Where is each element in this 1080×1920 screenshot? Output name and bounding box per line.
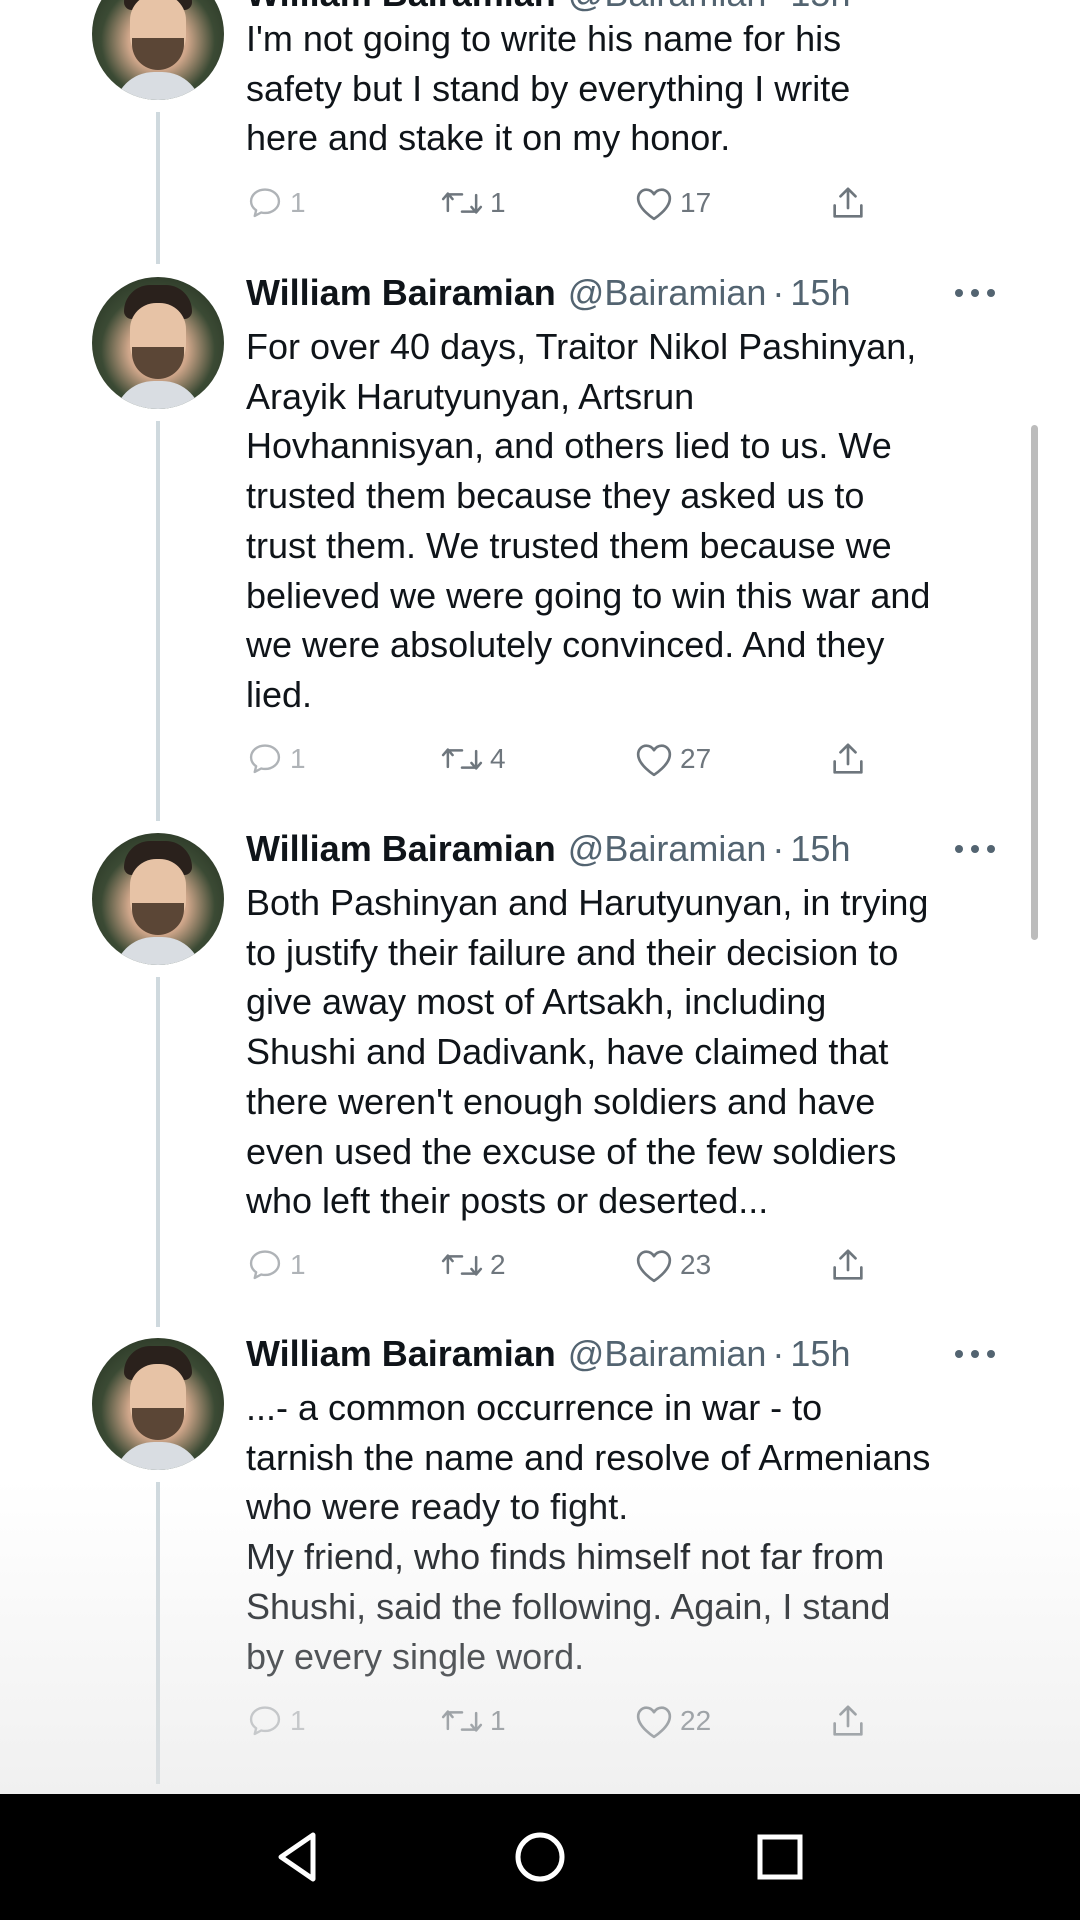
separator-dot: · xyxy=(772,1333,785,1374)
share-button[interactable] xyxy=(828,1696,868,1746)
tweet-actions: 1 1 17 xyxy=(246,178,866,228)
like-count: 22 xyxy=(680,1705,712,1736)
nav-recents-button[interactable] xyxy=(745,1822,815,1892)
share-icon xyxy=(833,187,863,218)
retweet-icon xyxy=(441,192,483,214)
like-count: 23 xyxy=(680,1249,712,1280)
scrollbar[interactable] xyxy=(1031,425,1038,940)
tweet-actions: 1 1 22 xyxy=(246,1696,866,1746)
more-button[interactable] xyxy=(955,1344,995,1364)
tweet-time[interactable]: 15h xyxy=(790,828,850,870)
author-handle[interactable]: @Bairamian xyxy=(568,272,767,314)
avatar[interactable] xyxy=(92,277,224,409)
tweet-text: For over 40 days, Traitor Nikol Pashinya… xyxy=(246,326,931,715)
android-navigation-bar xyxy=(0,1794,1080,1920)
reply-icon xyxy=(249,1706,281,1736)
more-icon xyxy=(955,1350,963,1358)
like-button[interactable]: 23 xyxy=(634,1240,711,1290)
retweet-count: 2 xyxy=(490,1249,506,1280)
reply-count: 1 xyxy=(290,1705,306,1736)
author-name[interactable]: William Bairamian xyxy=(246,0,556,15)
reply-icon xyxy=(249,1250,281,1280)
thread-line xyxy=(156,977,160,1327)
recents-square-icon xyxy=(757,1834,803,1880)
thread-line xyxy=(156,1482,160,1784)
tweet-time[interactable]: 15h xyxy=(790,272,850,314)
tweet-header: William Bairamian @Bairamian · 15h xyxy=(246,271,850,315)
share-button[interactable] xyxy=(828,1240,868,1290)
reply-button[interactable]: 1 xyxy=(246,178,306,228)
share-button[interactable] xyxy=(828,734,868,784)
reply-icon xyxy=(249,188,281,218)
nav-back-button[interactable] xyxy=(264,1822,334,1892)
nav-home-button[interactable] xyxy=(505,1822,575,1892)
retweet-count: 1 xyxy=(490,187,506,218)
retweet-icon xyxy=(441,748,483,770)
retweet-button[interactable]: 4 xyxy=(440,734,506,784)
like-button[interactable]: 22 xyxy=(634,1696,711,1746)
reply-count: 1 xyxy=(290,1249,306,1280)
author-handle[interactable]: @Bairamian xyxy=(568,828,767,870)
heart-icon xyxy=(636,744,672,777)
reply-button[interactable]: 1 xyxy=(246,1696,306,1746)
retweet-count: 1 xyxy=(490,1705,506,1736)
retweet-count: 4 xyxy=(490,743,506,774)
avatar[interactable] xyxy=(92,1338,224,1470)
share-icon xyxy=(833,1705,863,1736)
tweet-actions: 1 4 27 xyxy=(246,734,866,784)
share-icon xyxy=(833,1249,863,1280)
retweet-icon xyxy=(441,1254,483,1276)
thread-line xyxy=(156,112,160,264)
tweet-thread: William Bairamian @Bairamian · 15h I'm n… xyxy=(0,0,1080,1794)
avatar[interactable] xyxy=(92,833,224,965)
reply-button[interactable]: 1 xyxy=(246,1240,306,1290)
tweet-actions: 1 2 23 xyxy=(246,1240,866,1290)
reply-count: 1 xyxy=(290,743,306,774)
author-handle[interactable]: @Bairamian xyxy=(568,0,767,15)
like-button[interactable]: 17 xyxy=(634,178,711,228)
retweet-button[interactable]: 1 xyxy=(440,1696,506,1746)
retweet-button[interactable]: 1 xyxy=(440,178,506,228)
heart-icon xyxy=(636,1250,672,1283)
reply-count: 1 xyxy=(290,187,306,218)
tweet-header: William Bairamian @Bairamian · 15h xyxy=(246,1332,850,1376)
share-button[interactable] xyxy=(828,178,868,228)
retweet-icon xyxy=(441,1710,483,1732)
tweet-time[interactable]: 15h xyxy=(790,1333,850,1375)
reply-icon xyxy=(249,744,281,774)
author-handle[interactable]: @Bairamian xyxy=(568,1333,767,1375)
more-button[interactable] xyxy=(955,839,995,859)
more-icon xyxy=(955,845,963,853)
author-name[interactable]: William Bairamian xyxy=(246,1333,556,1375)
heart-icon xyxy=(636,1706,672,1739)
like-count: 27 xyxy=(680,743,712,774)
tweet-text: I'm not going to write his name for his … xyxy=(246,18,851,159)
tweet-time[interactable]: 15h xyxy=(790,0,850,15)
thread-line xyxy=(156,421,160,821)
share-icon xyxy=(833,743,863,774)
tweet-header: William Bairamian @Bairamian · 15h xyxy=(246,827,850,871)
back-triangle-icon xyxy=(278,1832,316,1882)
more-icon xyxy=(955,289,963,297)
author-name[interactable]: William Bairamian xyxy=(246,828,556,870)
tweet-text: ...- a common occurrence in war - to tar… xyxy=(246,1387,931,1677)
separator-dot: · xyxy=(772,0,784,15)
separator-dot: · xyxy=(772,272,785,313)
retweet-button[interactable]: 2 xyxy=(440,1240,506,1290)
more-button[interactable] xyxy=(955,283,995,303)
reply-button[interactable]: 1 xyxy=(246,734,306,784)
home-circle-icon xyxy=(515,1832,565,1882)
author-name[interactable]: William Bairamian xyxy=(246,272,556,314)
heart-icon xyxy=(636,188,672,221)
like-button[interactable]: 27 xyxy=(634,734,711,784)
tweet-text: Both Pashinyan and Harutyunyan, in tryin… xyxy=(246,882,929,1222)
like-count: 17 xyxy=(680,187,712,218)
separator-dot: · xyxy=(772,828,785,869)
avatar[interactable] xyxy=(92,0,224,100)
